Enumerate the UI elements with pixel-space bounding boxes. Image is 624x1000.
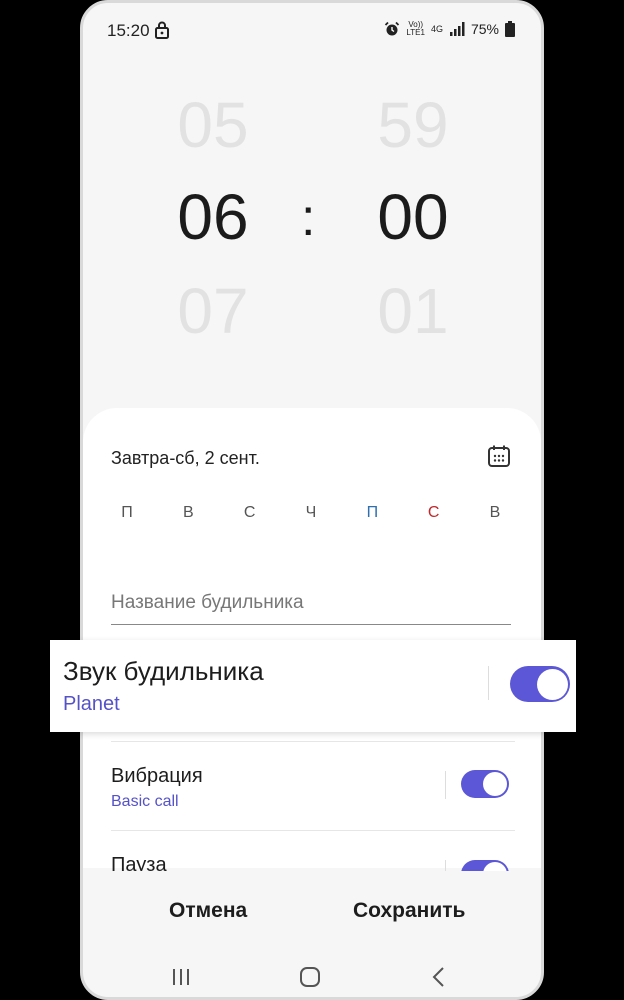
- minute-next[interactable]: 01: [353, 279, 473, 343]
- back-icon[interactable]: [431, 966, 447, 988]
- recent-apps-icon[interactable]: [171, 967, 191, 987]
- alarm-sound-row[interactable]: Звук будильника Planet: [50, 640, 576, 732]
- vibration-title[interactable]: Вибрация: [111, 765, 203, 788]
- vibration-value[interactable]: Basic call: [111, 793, 179, 811]
- alarm-sound-separator: [488, 666, 489, 700]
- divider: [111, 741, 515, 742]
- hour-current[interactable]: 06: [153, 185, 273, 249]
- minute-current[interactable]: 00: [353, 185, 473, 249]
- battery-icon: [505, 21, 515, 37]
- hour-prev[interactable]: 05: [153, 93, 273, 157]
- alarm-name-field[interactable]: Название будильника: [111, 584, 511, 625]
- alarm-settings-card: Завтра-сб, 2 сент. П В С Ч П С В Названи…: [83, 408, 541, 888]
- home-icon[interactable]: [299, 966, 321, 988]
- alarm-clock-icon: [385, 21, 400, 36]
- status-icons: Vo)) LTE1 4G 75%: [384, 21, 515, 37]
- weekday-mon[interactable]: П: [111, 504, 143, 522]
- lock-icon: [155, 21, 169, 39]
- status-time: 15:20: [107, 21, 150, 40]
- weekday-sun[interactable]: В: [479, 504, 511, 522]
- hour-next[interactable]: 07: [153, 279, 273, 343]
- save-button[interactable]: Сохранить: [353, 899, 465, 923]
- battery-percent: 75%: [470, 21, 499, 37]
- weekday-fri[interactable]: П: [356, 504, 388, 522]
- vibration-toggle[interactable]: [461, 770, 509, 798]
- hour-picker[interactable]: 05 06 07: [153, 93, 273, 353]
- weekday-thu[interactable]: Ч: [295, 504, 327, 522]
- phone-screen: 15:20 Vo)) LTE1 4G 75% 05 06 07: 59 00 …: [80, 0, 544, 1000]
- weekday-tue[interactable]: В: [172, 504, 204, 522]
- action-footer: Отмена Сохранить: [83, 871, 541, 951]
- alarm-sound-value[interactable]: Planet: [63, 693, 120, 716]
- weekday-wed[interactable]: С: [234, 504, 266, 522]
- volte-indicator: Vo)) LTE1: [406, 20, 425, 37]
- date-label: Завтра-сб, 2 сент.: [111, 448, 260, 468]
- weekday-selector: П В С Ч П С В: [111, 504, 511, 522]
- minute-prev[interactable]: 59: [353, 93, 473, 157]
- network-type: 4G: [430, 24, 443, 34]
- weekday-sat[interactable]: С: [418, 504, 450, 522]
- navigation-bar: [83, 951, 541, 997]
- cancel-button[interactable]: Отмена: [169, 899, 247, 923]
- alarm-name-placeholder: Название будильника: [111, 592, 304, 613]
- calendar-icon[interactable]: [487, 444, 511, 468]
- vibration-separator: [445, 771, 446, 799]
- signal-icon: [449, 22, 465, 36]
- divider: [111, 830, 515, 831]
- time-separator: :: [301, 189, 316, 247]
- alarm-sound-title[interactable]: Звук будильника: [63, 656, 264, 687]
- minute-picker[interactable]: 59 00 01: [353, 93, 473, 353]
- status-bar: 15:20 Vo)) LTE1 4G 75%: [83, 3, 541, 59]
- alarm-sound-toggle[interactable]: [510, 666, 570, 702]
